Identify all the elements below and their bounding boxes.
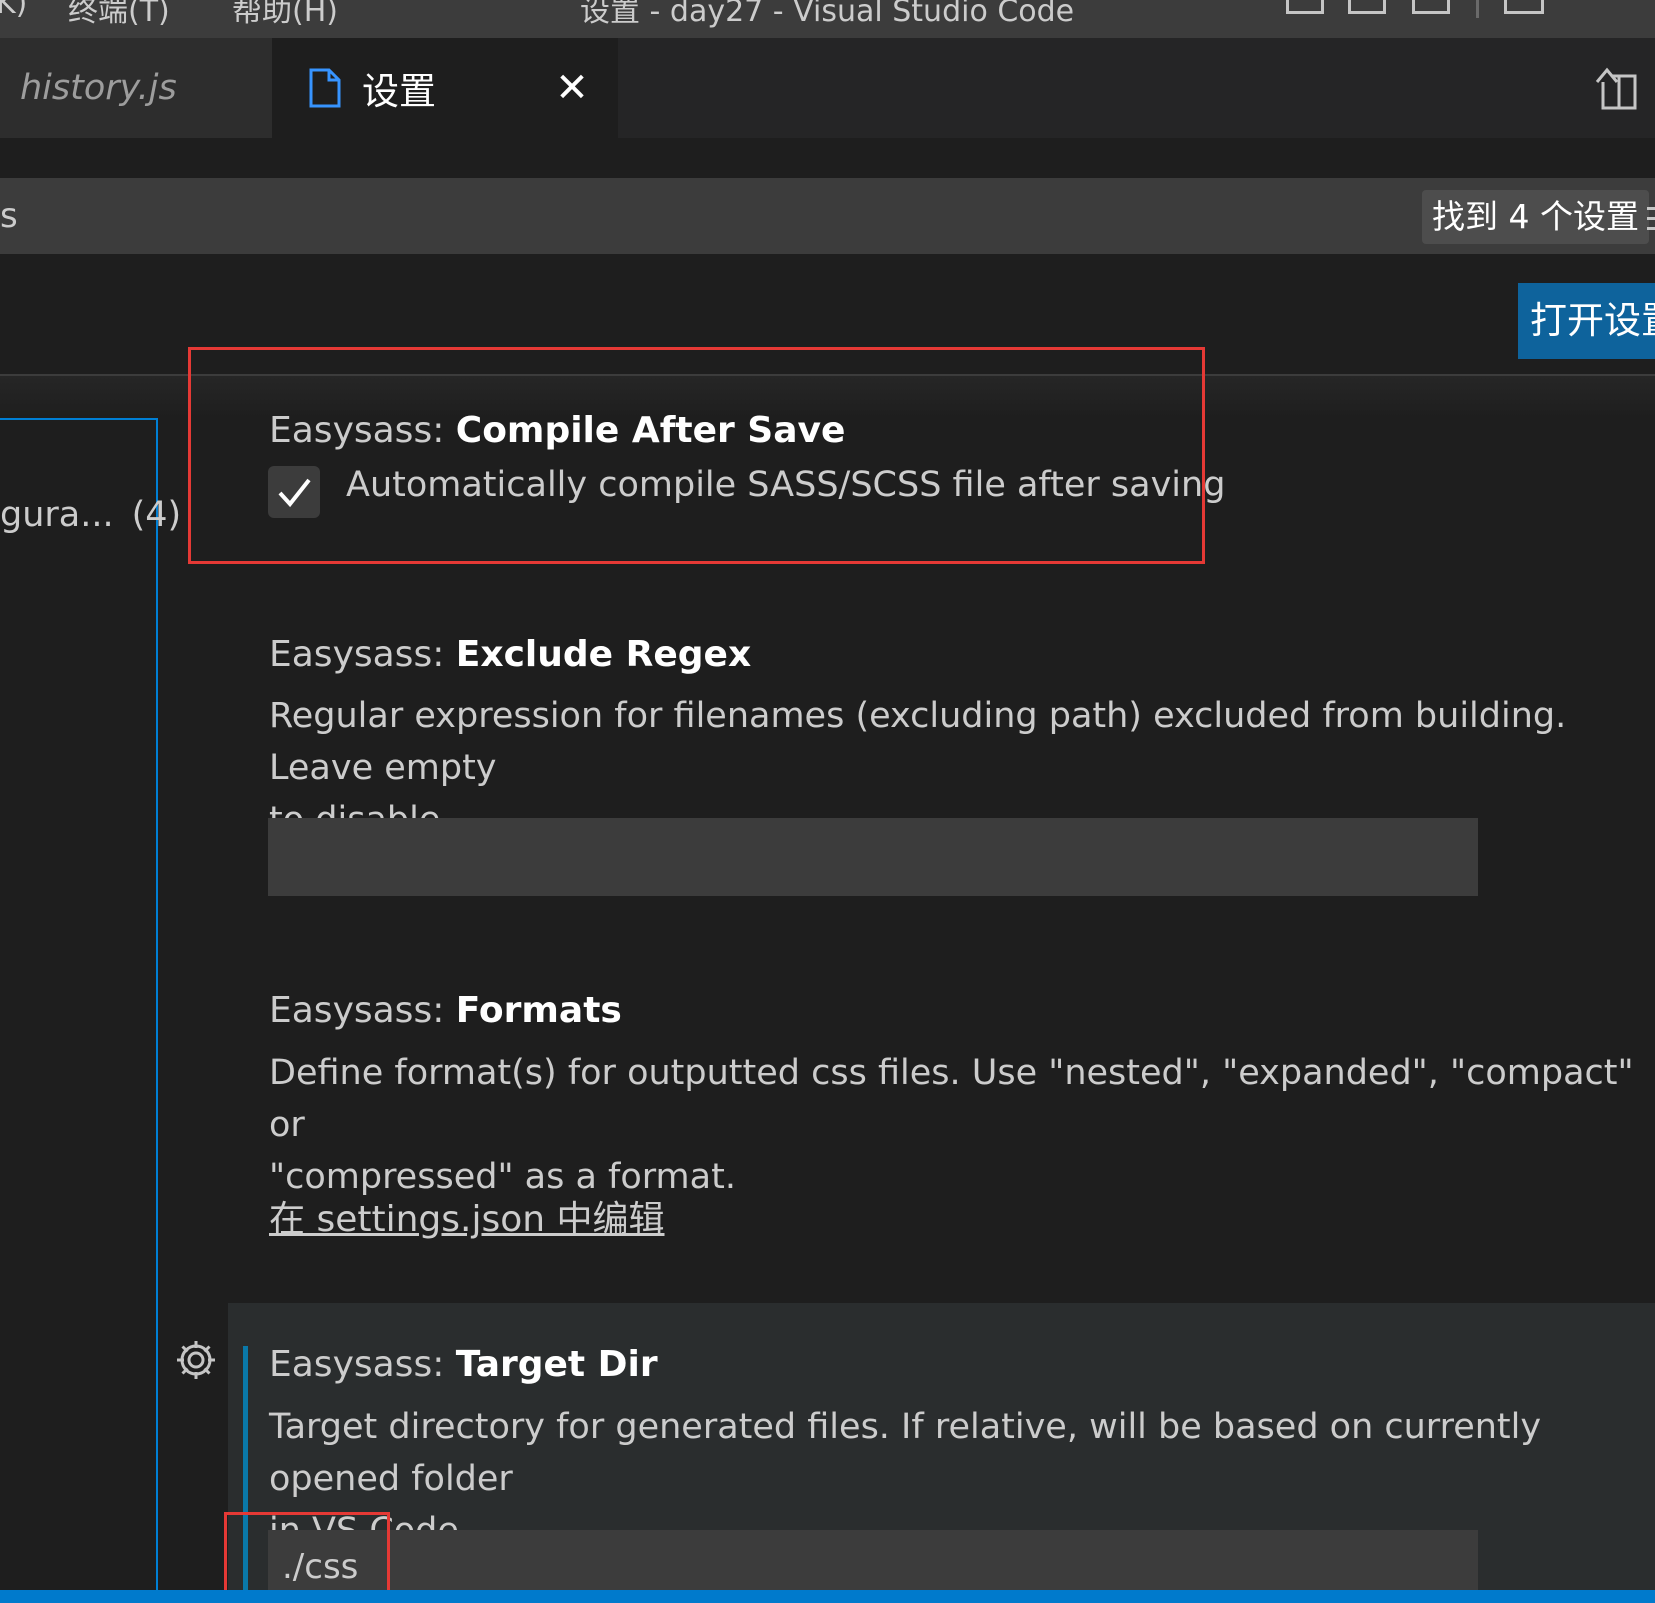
open-settings-button[interactable]: 打开设置 [1518, 283, 1655, 359]
setting-name: Target Dir [455, 1344, 658, 1385]
menu-edit-partial[interactable]: K) [0, 0, 27, 21]
toc-item-configuration[interactable]: gura... (4) [0, 495, 181, 535]
edit-in-settings-json-link[interactable]: 在 settings.json 中编辑 [269, 1190, 665, 1242]
setting-category: Easysass: [269, 1344, 456, 1385]
search-input[interactable]: s [0, 196, 18, 236]
filter-icon[interactable] [1647, 205, 1655, 233]
toggle-sidebar-icon[interactable] [1286, 0, 1324, 14]
status-bar [0, 1590, 1655, 1603]
settings-toc [0, 418, 158, 1593]
tab-bar: history.js 设置 ✕ [0, 38, 1655, 138]
toggle-secondary-sidebar-icon[interactable] [1412, 0, 1450, 14]
settings-search-bar[interactable] [0, 178, 1655, 254]
file-icon [309, 68, 341, 108]
toggle-panel-icon[interactable] [1348, 0, 1386, 14]
setting-category: Easysass: [269, 634, 456, 675]
exclude-regex-input[interactable] [268, 818, 1478, 896]
menu-help[interactable]: 帮助(H) [232, 0, 338, 30]
menu-terminal[interactable]: 终端(T) [68, 0, 170, 30]
toc-item-count: (4) [131, 495, 182, 535]
title-bar: K) 终端(T) 帮助(H) 设置 - day27 - Visual Studi… [0, 0, 1655, 38]
setting-category: Easysass: [269, 990, 456, 1031]
title-divider [1476, 0, 1479, 18]
setting-title-target-dir: Easysass: Target Dir [269, 1344, 658, 1385]
setting-name: Exclude Regex [455, 634, 752, 675]
close-icon[interactable]: ✕ [552, 65, 592, 111]
tab-label: history.js [20, 68, 177, 108]
window-title: 设置 - day27 - Visual Studio Code [580, 0, 1075, 29]
customize-layout-icon[interactable] [1504, 0, 1544, 14]
tab-settings[interactable]: 设置 ✕ [272, 38, 618, 138]
split-editor-icon[interactable] [1595, 66, 1643, 112]
toc-item-label: gura... [0, 495, 114, 535]
setting-name: Formats [455, 990, 622, 1031]
tab-history-js[interactable]: history.js [0, 38, 272, 138]
result-count-badge: 找到 4 个设置 [1422, 190, 1649, 244]
tab-label: 设置 [362, 70, 436, 113]
gear-icon[interactable] [174, 1338, 218, 1382]
setting-description: Define format(s) for outputted css files… [269, 1053, 1634, 1197]
highlight-box [188, 347, 1205, 564]
setting-title-exclude-regex: Easysass: Exclude Regex [269, 634, 751, 675]
setting-title-formats: Easysass: Formats [269, 990, 622, 1031]
